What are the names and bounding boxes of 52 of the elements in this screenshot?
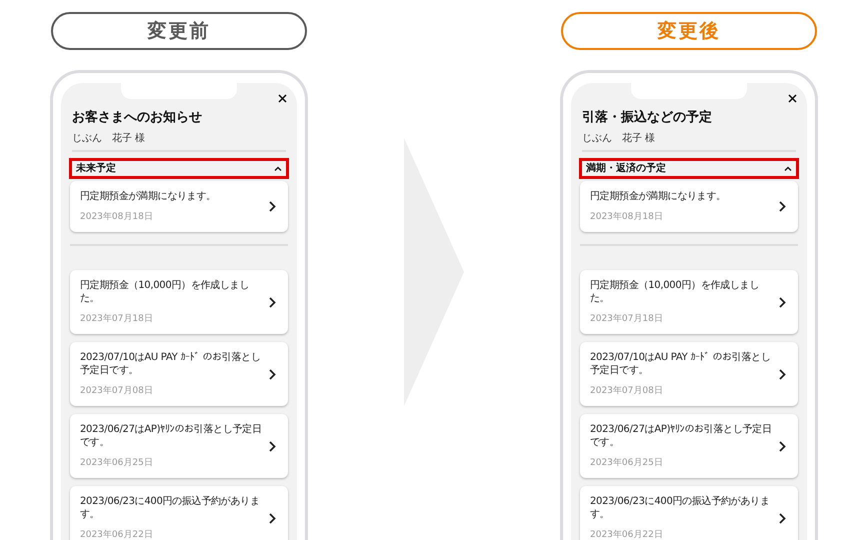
- notice-message: 2023/06/23に400円の振込予約があります。: [80, 495, 261, 521]
- notice-message: 2023/07/10はAU PAY ｶｰﾄﾞ のお引落とし予定日です。: [80, 351, 262, 377]
- notice-message: 2023/07/10はAU PAY ｶｰﾄﾞ のお引落とし予定日です。: [590, 351, 772, 377]
- notice-date: 2023年07月18日: [590, 314, 664, 324]
- chevron-right-icon: [269, 201, 276, 212]
- notice-card[interactable]: 円定期預金（10,000円）を作成しました。 2023年07月18日: [70, 270, 288, 334]
- notice-date: 2023年06月22日: [590, 530, 664, 540]
- caret-up-icon: [274, 166, 282, 171]
- notice-card[interactable]: 2023/06/23に400円の振込予約があります。 2023年06月22日: [580, 486, 798, 540]
- label-pill: 変更前: [51, 12, 307, 50]
- label-pill: 変更後: [561, 12, 817, 50]
- chevron-right-icon: [269, 368, 276, 380]
- notice-card[interactable]: 円定期預金が満期になります。 2023年08月18日: [70, 181, 288, 232]
- notice-message: 2023/06/27はAP)ﾔﾘﾝのお引落とし予定日です。: [80, 423, 263, 449]
- close-icon[interactable]: [278, 94, 287, 103]
- notice-message: 2023/06/23に400円の振込予約があります。: [590, 495, 771, 521]
- customer-name: じぶん 花子 様: [582, 132, 656, 146]
- notice-date: 2023年07月18日: [80, 314, 154, 324]
- chevron-right-icon: [269, 440, 276, 452]
- notice-message: 円定期預金が満期になります。: [80, 190, 217, 203]
- notice-card[interactable]: 円定期預金（10,000円）を作成しました。 2023年07月18日: [580, 270, 798, 334]
- chevron-right-icon: [779, 368, 786, 380]
- notice-date: 2023年07月08日: [590, 386, 664, 396]
- notice-message: 円定期預金が満期になります。: [590, 190, 727, 203]
- chevron-right-icon: [779, 512, 786, 524]
- chevron-right-icon: [269, 296, 276, 308]
- customer-name: じぶん 花子 様: [72, 132, 146, 146]
- section-header[interactable]: 満期・返済の予定: [579, 158, 799, 179]
- caret-up-icon: [784, 166, 792, 171]
- chevron-right-icon: [779, 440, 786, 452]
- notice-date: 2023年06月25日: [590, 458, 664, 468]
- notice-date: 2023年07月08日: [80, 386, 154, 396]
- page-title: 引落・振込などの予定: [582, 108, 713, 126]
- notice-card[interactable]: 2023/06/27はAP)ﾔﾘﾝのお引落とし予定日です。 2023年06月25日: [580, 414, 798, 478]
- notice-message: 円定期預金（10,000円）を作成しました。: [80, 279, 250, 305]
- notice-card[interactable]: 2023/06/27はAP)ﾔﾘﾝのお引落とし予定日です。 2023年06月25日: [70, 414, 288, 478]
- chevron-right-icon: [269, 512, 276, 524]
- close-icon[interactable]: [788, 94, 797, 103]
- page-title: お客さまへのお知らせ: [72, 108, 203, 126]
- notice-message: 2023/06/27はAP)ﾔﾘﾝのお引落とし予定日です。: [590, 423, 773, 449]
- notice-card[interactable]: 2023/06/23に400円の振込予約があります。 2023年06月22日: [70, 486, 288, 540]
- notice-card[interactable]: 円定期預金が満期になります。 2023年08月18日: [580, 181, 798, 232]
- notice-message: 円定期預金（10,000円）を作成しました。: [590, 279, 760, 305]
- notice-date: 2023年08月18日: [590, 212, 664, 222]
- notice-date: 2023年06月25日: [80, 458, 154, 468]
- chevron-right-icon: [779, 201, 786, 212]
- notice-card[interactable]: 2023/07/10はAU PAY ｶｰﾄﾞ のお引落とし予定日です。 2023年07月08日: [580, 342, 798, 406]
- notice-date: 2023年06月22日: [80, 530, 154, 540]
- notice-date: 2023年08月18日: [80, 212, 154, 222]
- chevron-right-icon: [779, 296, 786, 308]
- section-header[interactable]: 未来予定: [69, 158, 289, 179]
- notice-card[interactable]: 2023/07/10はAU PAY ｶｰﾄﾞ のお引落とし予定日です。 2023年07月08日: [70, 342, 288, 406]
